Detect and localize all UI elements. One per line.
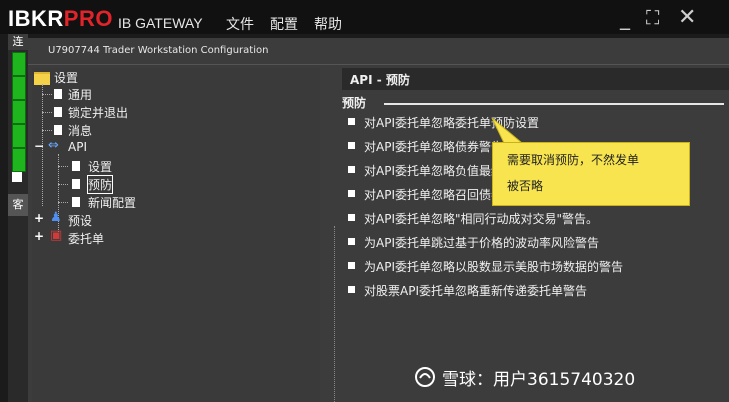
expand-icon[interactable]: +: [34, 229, 44, 243]
callout-line-2: 被否略: [507, 179, 544, 193]
settings-panel: API - 预防 预防 对API委托单忽略委托单预防设置 对API委托单忽略债券…: [324, 68, 729, 402]
status-green-box: [12, 148, 26, 172]
option-label: 对股票API委托单忽略重新传递委托单警告: [364, 284, 587, 298]
option-label: 对API委托单忽略"相同行动成对交易"警告。: [364, 212, 599, 226]
status-white-square: [12, 172, 22, 182]
option-checkbox[interactable]: [348, 190, 355, 197]
option-label: 对API委托单忽略召回债券: [364, 188, 503, 202]
api-arrows-icon: ⇔: [48, 138, 59, 153]
document-icon: [72, 179, 80, 189]
menu-config[interactable]: 配置: [270, 14, 298, 34]
option-checkbox[interactable]: [348, 166, 355, 173]
tree-item-general[interactable]: 通用: [68, 86, 92, 103]
strip-top-label: 连: [8, 34, 28, 50]
option-label: 为API委托单忽略以股数显示美股市场数据的警告: [364, 260, 623, 274]
app-name: IB GATEWAY: [118, 15, 203, 31]
strip-tab[interactable]: 客: [8, 194, 28, 216]
left-status-strip: 连 客: [8, 34, 28, 402]
tree-item-lock-exit[interactable]: 锁定并退出: [68, 104, 128, 121]
option-checkbox[interactable]: [348, 214, 355, 221]
tree-connector: [58, 184, 68, 185]
tree-item-news-config[interactable]: 新闻配置: [88, 194, 136, 211]
watermark-text: 雪球：用户3615740320: [442, 370, 636, 390]
status-green-box: [12, 124, 26, 148]
document-icon: [54, 89, 62, 99]
tree-connector: [42, 130, 52, 131]
title-bar: IBKRPRO IB GATEWAY 文件 配置 帮助 _ ⛶ ✕: [0, 0, 729, 34]
configuration-dialog: U7907744 Trader Workstation Configuratio…: [28, 38, 729, 402]
callout-line-1: 需要取消预防，不然发单: [507, 153, 640, 167]
expand-icon[interactable]: +: [34, 211, 44, 225]
logo-pro-text: PRO: [63, 6, 113, 31]
panel-splitter[interactable]: [334, 226, 335, 402]
tree-item-orders[interactable]: 委托单: [68, 230, 104, 247]
option-checkbox[interactable]: [348, 118, 355, 125]
logo-ibkr-text: IBKR: [8, 6, 64, 31]
settings-tree: 设置 通用 锁定并退出 消息 − ⇔ API 设置 预防 新闻配置 + ♟ 预设…: [32, 68, 320, 402]
document-icon: [72, 161, 80, 171]
tree-item-api-settings[interactable]: 设置: [88, 158, 112, 175]
section-divider: [384, 103, 724, 105]
menu-help[interactable]: 帮助: [314, 14, 342, 34]
tree-connector: [58, 202, 68, 203]
collapse-icon[interactable]: −: [34, 139, 44, 153]
ibkr-pro-logo: IBKRPRO: [8, 6, 113, 32]
option-label: 对API委托单忽略负值最终: [364, 164, 503, 178]
status-green-box: [12, 52, 26, 76]
tree-item-api[interactable]: API: [68, 140, 87, 154]
tree-item-presets[interactable]: 预设: [68, 212, 92, 229]
snowball-icon: [415, 367, 435, 387]
option-checkbox[interactable]: [348, 142, 355, 149]
tree-item-messages[interactable]: 消息: [68, 122, 92, 139]
document-icon: [72, 197, 80, 207]
tree-root-settings[interactable]: 设置: [54, 69, 78, 86]
panel-header: API - 预防: [342, 68, 729, 90]
presets-icon: ♟: [50, 210, 62, 225]
tree-connector: [58, 166, 68, 167]
close-icon[interactable]: ✕: [678, 5, 696, 30]
status-green-box: [12, 76, 26, 100]
minimize-icon[interactable]: _: [620, 6, 630, 30]
status-green-box: [12, 100, 26, 124]
option-label: 对API委托单忽略债券警告: [364, 140, 503, 154]
tree-connector: [42, 112, 52, 113]
dialog-separator: [28, 64, 729, 65]
option-checkbox[interactable]: [348, 262, 355, 269]
tree-connector: [42, 94, 52, 95]
orders-icon: ▣: [50, 228, 63, 243]
section-title: 预防: [342, 96, 367, 110]
tree-item-api-precautions[interactable]: 预防: [86, 175, 114, 194]
option-checkbox[interactable]: [348, 238, 355, 245]
document-icon: [54, 125, 62, 135]
maximize-icon[interactable]: ⛶: [646, 7, 659, 29]
option-label: 为API委托单跳过基于价格的波动率风险警告: [364, 236, 599, 250]
document-icon: [54, 107, 62, 117]
menu-file[interactable]: 文件: [226, 14, 254, 34]
annotation-callout: 需要取消预防，不然发单 被否略: [492, 142, 690, 206]
option-checkbox[interactable]: [348, 286, 355, 293]
dialog-title: U7907744 Trader Workstation Configuratio…: [48, 45, 269, 56]
